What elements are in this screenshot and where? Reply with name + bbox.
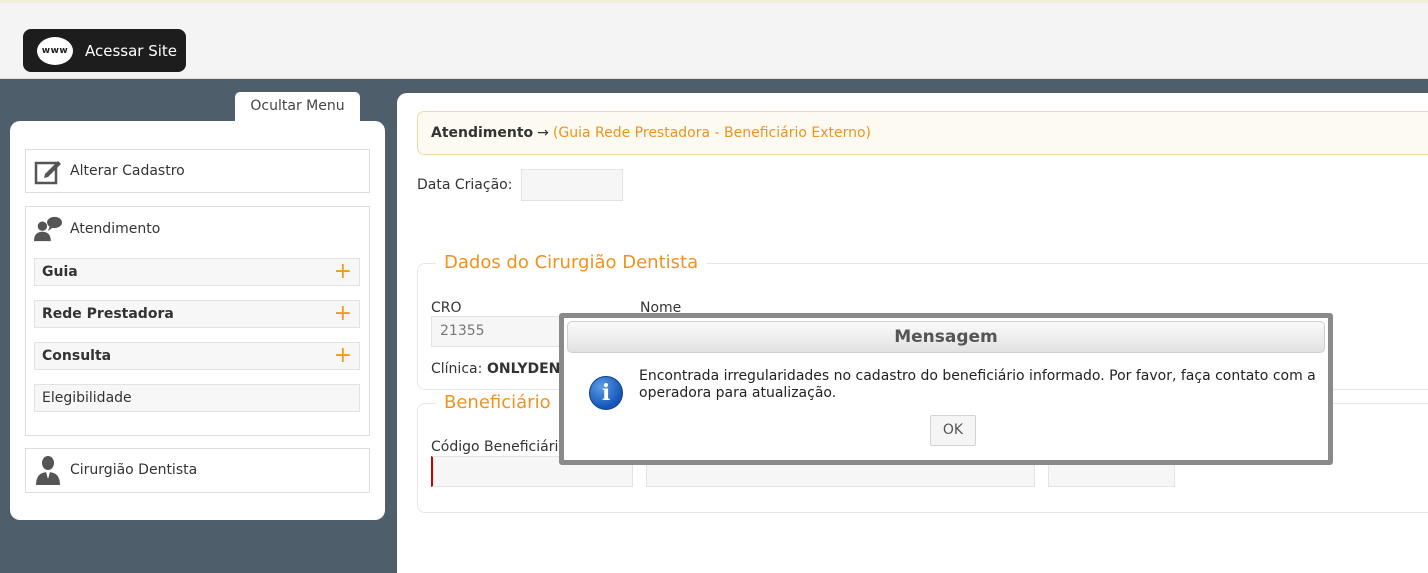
dentist-icon [34,456,62,485]
beneficiary-code-label: Código Beneficiário [431,439,567,455]
breadcrumb-section[interactable]: Atendimento [431,125,533,141]
sidebar-subitem-label: Elegibilidade [42,390,132,406]
ok-button[interactable]: OK [930,415,976,446]
sidebar-subitem-label: Guia [42,264,78,280]
access-site-button[interactable]: www Acessar Site [23,29,186,72]
beneficiary-legend: Beneficiário [436,392,559,413]
creation-date-input[interactable] [521,169,623,201]
sidebar-group-atendimento: Atendimento Guia + Rede Prestadora + Con… [25,206,370,436]
sidebar-item-label: Cirurgião Dentista [70,462,198,478]
sidebar-item-alterar-cadastro[interactable]: Alterar Cadastro [25,149,370,193]
user-chat-icon [34,215,62,243]
dialog-message: Encontrada irregularidades no cadastro d… [639,368,1316,401]
sidebar-item-label: Atendimento [70,221,161,237]
creation-date-label: Data Criação: [417,177,513,193]
edit-icon [34,157,62,185]
expand-plus-icon[interactable]: + [334,261,352,283]
sidebar-subitem-elegibilidade[interactable]: Elegibilidade [34,384,360,412]
sidebar: Alterar Cadastro Atendimento Guia + Rede… [10,121,385,520]
sidebar-item-atendimento[interactable]: Atendimento [26,207,369,251]
dentist-legend: Dados do Cirurgião Dentista [436,252,707,273]
sidebar-subitem-label: Rede Prestadora [42,306,174,322]
sidebar-subitem-consulta[interactable]: Consulta + [34,342,360,370]
globe-www-icon: www [37,36,73,65]
sidebar-item-label: Alterar Cadastro [70,163,185,179]
access-site-label: Acessar Site [85,41,178,60]
cro-label: CRO [431,300,462,316]
message-dialog: Mensagem i Encontrada irregularidades no… [559,313,1333,465]
clinic-label: Clínica: [431,361,483,377]
breadcrumb-page: (Guia Rede Prestadora - Beneficiário Ext… [552,125,872,141]
breadcrumb-arrow-icon: → [537,125,549,141]
hide-menu-tab[interactable]: Ocultar Menu [235,92,360,124]
info-icon: i [589,376,623,410]
dialog-title: Mensagem [567,321,1325,353]
top-bar: www Acessar Site [0,0,1428,79]
clinic-value: ONLYDEN [487,361,561,377]
sidebar-item-cirurgiao-dentista[interactable]: Cirurgião Dentista [25,448,370,493]
sidebar-subitem-rede-prestadora[interactable]: Rede Prestadora + [34,300,360,328]
sidebar-subitem-guia[interactable]: Guia + [34,258,360,286]
cro-input[interactable]: 21355 [431,316,561,347]
breadcrumb: Atendimento → (Guia Rede Prestadora - Be… [417,111,1428,155]
sidebar-subitem-label: Consulta [42,348,112,364]
expand-plus-icon[interactable]: + [334,303,352,325]
expand-plus-icon[interactable]: + [334,345,352,367]
